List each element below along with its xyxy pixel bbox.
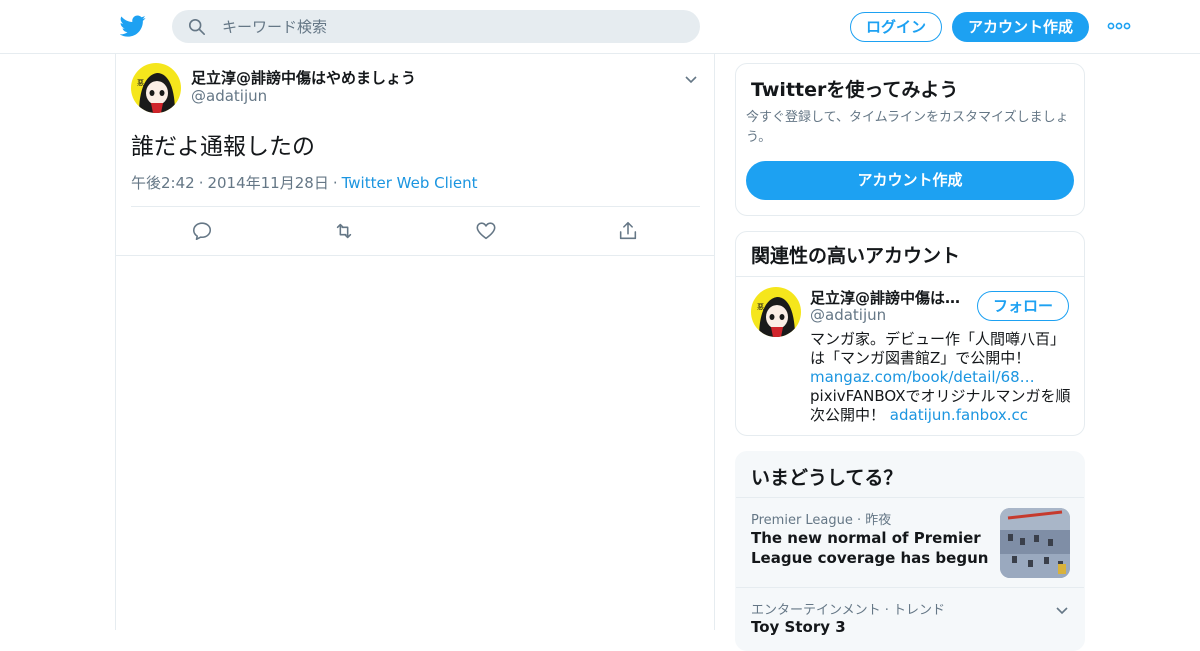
retweet-icon[interactable] <box>333 220 355 242</box>
divider <box>736 276 1084 277</box>
related-account-name[interactable]: 足立淳@誹謗中傷は… <box>810 287 960 308</box>
chevron-down-icon[interactable] <box>1055 601 1069 615</box>
more-options-icon[interactable] <box>1106 18 1132 34</box>
tweet-author-name[interactable]: 足立淳@誹謗中傷はやめましょう <box>191 67 416 88</box>
trend-meta: エンターテインメント · トレンド <box>751 603 946 618</box>
trends-title: いまどうしてる？ <box>751 467 903 489</box>
meta-separator: · <box>332 174 338 192</box>
bio-link[interactable]: adatijun.fanbox.cc <box>890 406 1028 424</box>
signup-button[interactable]: アカウント作成 <box>952 12 1089 42</box>
divider <box>131 206 700 207</box>
signup-card-title: Twitterを使ってみよう <box>751 79 959 101</box>
trend-meta: Premier League · 昨夜 <box>751 513 892 528</box>
meta-separator: · <box>198 174 204 192</box>
share-icon[interactable] <box>617 220 639 242</box>
signup-card: Twitterを使ってみよう 今すぐ登録して、タイムラインをカスタマイズしましょ… <box>735 63 1085 216</box>
related-accounts-card: 関連性の高いアカウント 悪 足立淳@誹謗中傷は… @adatijun フォロー … <box>735 231 1085 436</box>
chevron-down-icon[interactable] <box>684 70 698 84</box>
divider <box>736 587 1084 588</box>
bio-text: マンガ家。デビュー作「人間噂八百」は「マンガ図書館Z」で公開中！ <box>810 330 1066 367</box>
svg-text:悪: 悪 <box>757 303 764 311</box>
trend-thumbnail[interactable] <box>1000 508 1070 578</box>
avatar[interactable]: 悪 <box>131 63 181 113</box>
login-button[interactable]: ログイン <box>850 12 942 42</box>
related-account-handle[interactable]: @adatijun <box>810 306 886 324</box>
tweet-time[interactable]: 午後2:42 <box>131 174 195 192</box>
tweet-client-link[interactable]: Twitter Web Client <box>342 174 478 192</box>
tweet-author-handle[interactable]: @adatijun <box>191 87 267 105</box>
twitter-bird-icon[interactable] <box>119 13 146 39</box>
tweet-metadata: 午後2:42 · 2014年11月28日 · Twitter Web Client <box>131 172 478 193</box>
tweet-column: 悪 足立淳@誹謗中傷はやめましょう @adatijun 誰だよ通報したの 午後2… <box>115 54 715 630</box>
trends-card: いまどうしてる？ Premier League · 昨夜 The new nor… <box>735 451 1085 651</box>
search-box[interactable] <box>172 10 700 43</box>
tweet-text: 誰だよ通報したの <box>131 134 315 160</box>
bio-link[interactable]: mangaz.com/book/detail/68… <box>810 368 1035 386</box>
trend-title[interactable]: The new normal of Premier League coverag… <box>751 528 991 568</box>
svg-text:悪: 悪 <box>137 79 144 87</box>
signup-card-button[interactable]: アカウント作成 <box>746 161 1074 200</box>
related-account-bio: マンガ家。デビュー作「人間噂八百」は「マンガ図書館Z」で公開中！ mangaz.… <box>810 330 1078 425</box>
search-input[interactable] <box>222 10 682 43</box>
reply-icon[interactable] <box>191 220 213 242</box>
signup-card-description: 今すぐ登録して、タイムラインをカスタマイズしましょう。 <box>746 110 1069 145</box>
top-navigation-bar: ログイン アカウント作成 <box>0 0 1200 54</box>
tweet-date[interactable]: 2014年11月28日 <box>207 174 328 192</box>
like-heart-icon[interactable] <box>475 220 497 242</box>
divider <box>736 497 1084 498</box>
avatar[interactable]: 悪 <box>751 287 801 337</box>
tweet: 悪 足立淳@誹謗中傷はやめましょう @adatijun 誰だよ通報したの 午後2… <box>116 54 714 256</box>
search-icon <box>188 18 206 36</box>
related-accounts-title: 関連性の高いアカウント <box>751 245 961 267</box>
follow-button[interactable]: フォロー <box>977 291 1069 321</box>
trend-title[interactable]: Toy Story 3 <box>751 618 846 636</box>
